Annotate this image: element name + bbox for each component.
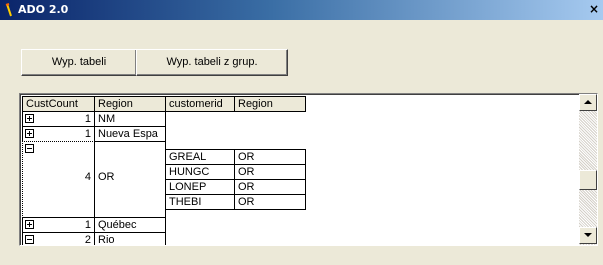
table-row-region[interactable]: NM <box>94 111 166 127</box>
table-row-region[interactable]: Québec <box>94 217 166 233</box>
child-row-customerid[interactable]: THEBI <box>165 194 235 210</box>
title-bar[interactable]: ADO 2.0 × <box>0 0 603 20</box>
scroll-down-button[interactable] <box>579 227 597 244</box>
child-row-region[interactable]: OR <box>234 149 306 165</box>
child-row-region[interactable]: OR <box>234 164 306 180</box>
child-row-customerid[interactable]: GREAL <box>165 149 235 165</box>
child-row-region[interactable]: OR <box>234 179 306 195</box>
triangle-down-icon <box>584 233 592 237</box>
header-custcount[interactable]: CustCount <box>22 96 95 112</box>
fill-table-button[interactable]: Wyp. tabeli <box>21 49 137 76</box>
scroll-thumb[interactable] <box>579 170 597 190</box>
fill-table-groups-button[interactable]: Wyp. tabeli z grup. <box>136 49 288 76</box>
header-region[interactable]: Region <box>94 96 166 112</box>
window-title: ADO 2.0 <box>18 3 69 16</box>
child-row-customerid[interactable]: HUNGC <box>165 164 235 180</box>
scroll-up-button[interactable] <box>579 94 597 111</box>
child-row-region[interactable]: OR <box>234 194 306 210</box>
triangle-up-icon <box>584 100 592 104</box>
app-icon <box>5 3 12 17</box>
table-row-region[interactable]: OR <box>94 141 166 218</box>
child-header-region[interactable]: Region <box>234 96 306 112</box>
child-row-customerid[interactable]: LONEP <box>165 179 235 195</box>
expand-plus-icon[interactable] <box>25 114 34 123</box>
collapse-minus-icon[interactable] <box>25 235 34 244</box>
table-row-region[interactable]: Nueva Espa <box>94 126 166 142</box>
vertical-scrollbar[interactable] <box>579 94 597 245</box>
hierarchical-grid[interactable]: CustCount Region customerid Region 1 NM … <box>19 93 598 246</box>
expand-plus-icon[interactable] <box>25 129 34 138</box>
close-button[interactable]: × <box>587 2 601 16</box>
table-row-region[interactable]: Rio <box>94 232 166 245</box>
child-header-customerid[interactable]: customerid <box>165 96 235 112</box>
expand-plus-icon[interactable] <box>25 220 34 229</box>
collapse-minus-icon[interactable] <box>25 144 34 153</box>
